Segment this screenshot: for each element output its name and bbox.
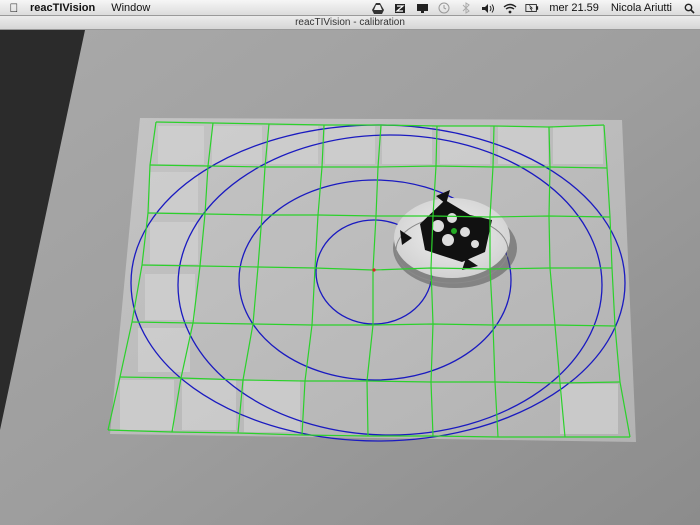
apple-menu-icon[interactable]:  bbox=[0, 1, 28, 15]
app-menu[interactable]: reacTIVision bbox=[28, 2, 103, 14]
volume-icon[interactable] bbox=[481, 2, 495, 14]
bluetooth-icon[interactable] bbox=[459, 2, 473, 14]
display-icon[interactable] bbox=[415, 2, 429, 14]
dropbox-icon[interactable] bbox=[393, 2, 407, 14]
window-title: reacTIVision - calibration bbox=[295, 17, 405, 28]
google-drive-icon[interactable] bbox=[371, 2, 385, 14]
window-menu[interactable]: Window bbox=[103, 2, 158, 14]
wifi-icon[interactable] bbox=[503, 2, 517, 14]
window-title-bar[interactable]: reacTIVision - calibration bbox=[0, 16, 700, 30]
calibration-camera-view[interactable] bbox=[0, 30, 700, 525]
time-machine-icon[interactable] bbox=[437, 2, 451, 14]
battery-icon[interactable] bbox=[525, 2, 539, 14]
spotlight-icon[interactable] bbox=[682, 2, 696, 14]
menubar-clock[interactable]: mer 21.59 bbox=[543, 2, 605, 14]
menubar-user[interactable]: Nicola Ariutti bbox=[605, 2, 678, 14]
center-point bbox=[372, 268, 376, 272]
menu-bar:  reacTIVision Window mer 21.59 Nicola A… bbox=[0, 0, 700, 16]
